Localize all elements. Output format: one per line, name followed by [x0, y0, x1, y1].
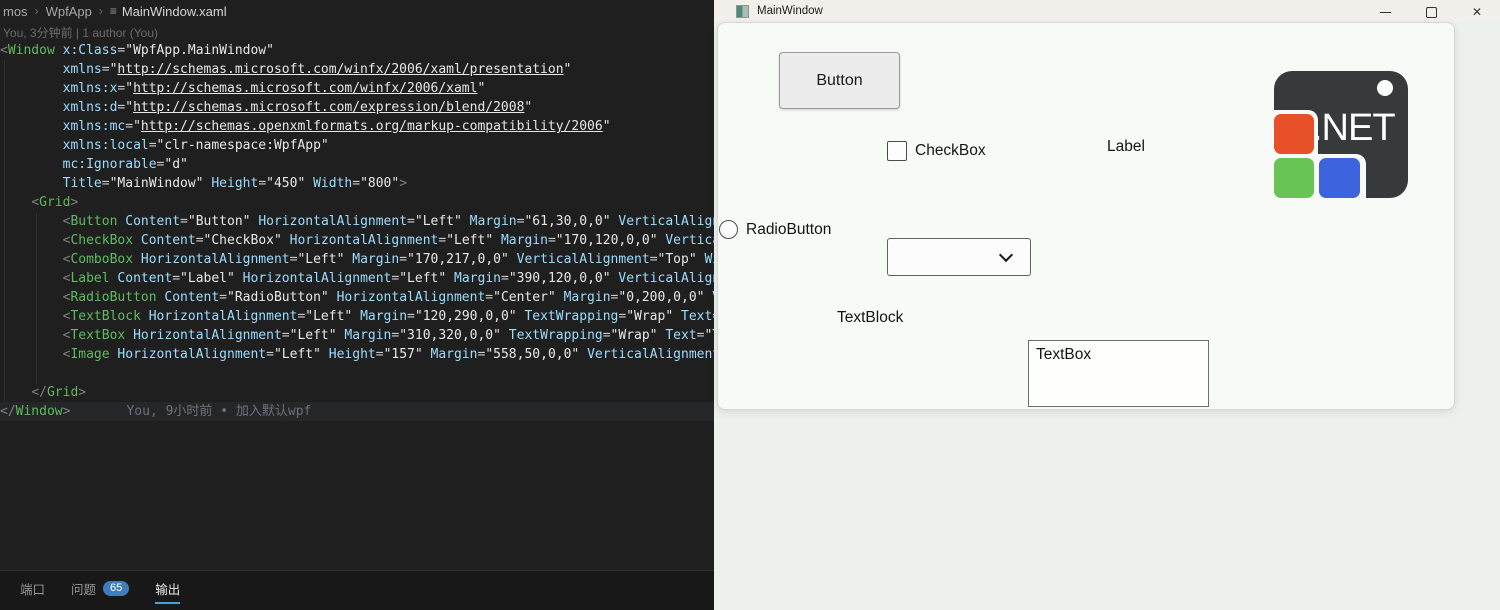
code-line[interactable]: <Button Content="Button" HorizontalAlign… [0, 212, 714, 231]
maximize-button[interactable] [1408, 0, 1454, 22]
code-line[interactable]: Title="MainWindow" Height="450" Width="8… [0, 174, 714, 193]
code-line[interactable]: <TextBlock HorizontalAlignment="Left" Ma… [0, 307, 714, 326]
panel-tab-问题[interactable]: 问题65 [71, 573, 129, 603]
code-line[interactable]: <CheckBox Content="CheckBox" HorizontalA… [0, 231, 714, 250]
xaml-file-icon: ≡ [110, 5, 117, 17]
code-line[interactable]: <Label Content="Label" HorizontalAlignme… [0, 269, 714, 288]
wpf-app-region: MainWindow ✕ Button CheckBox Label Radio… [714, 0, 1500, 610]
wpf-label: Label [1107, 138, 1145, 156]
code-line[interactable]: <Window x:Class="WpfApp.MainWindow" [0, 41, 714, 60]
maximize-icon [1426, 7, 1437, 18]
vscode-editor: mos › WpfApp › ≡ MainWindow.xaml You, 3分… [0, 0, 714, 610]
window-controls: ✕ [1362, 0, 1500, 22]
wpf-radiobutton[interactable]: RadioButton [719, 220, 831, 239]
panel-tab-端口[interactable]: 端口 [20, 573, 45, 603]
breadcrumb-root[interactable]: mos [3, 4, 28, 19]
checkbox-label: CheckBox [915, 142, 986, 160]
code-line[interactable]: mc:Ignorable="d" [0, 155, 714, 174]
wpf-textblock: TextBlock [837, 309, 903, 327]
code-line[interactable]: <Grid> [0, 193, 714, 212]
dotnet-logo: .NET [1274, 71, 1408, 198]
logo-white-dot [1377, 80, 1393, 96]
code-line[interactable]: xmlns:mc="http://schemas.openxmlformats.… [0, 117, 714, 136]
radio-label: RadioButton [746, 221, 831, 239]
code-line[interactable]: <ComboBox HorizontalAlignment="Left" Mar… [0, 250, 714, 269]
close-button[interactable]: ✕ [1454, 0, 1500, 22]
logo-dotnet-text: .NET [1312, 107, 1395, 150]
bottom-panel: 端口问题65 输出 [0, 570, 714, 610]
wpf-button[interactable]: Button [779, 52, 900, 109]
chevron-right-icon: › [35, 4, 39, 18]
code-line[interactable]: xmlns="http://schemas.microsoft.com/winf… [0, 60, 714, 79]
panel-tab-bar: 端口问题65 输出 [0, 571, 714, 605]
logo-orange-tile [1274, 114, 1314, 154]
codelens-authors[interactable]: You, 3分钟前 | 1 author (You) [3, 24, 158, 41]
code-line[interactable]: xmlns:local="clr-namespace:WpfApp" [0, 136, 714, 155]
chevron-right-icon: › [99, 4, 103, 18]
wpf-checkbox[interactable]: CheckBox [887, 141, 986, 161]
app-window-icon [736, 5, 749, 18]
breadcrumb-folder[interactable]: WpfApp [46, 4, 92, 19]
screenshot-root: mos › WpfApp › ≡ MainWindow.xaml You, 3分… [0, 0, 1500, 610]
code-line[interactable]: xmlns:d="http://schemas.microsoft.com/ex… [0, 98, 714, 117]
minimize-button[interactable] [1362, 0, 1408, 22]
logo-blue-tile [1319, 158, 1360, 198]
checkbox-box-icon[interactable] [887, 141, 907, 161]
git-blame-annotation: You, 9小时前 • 加入默认wpf [126, 404, 311, 419]
minimize-icon [1380, 12, 1391, 13]
wpf-window-content: Button CheckBox Label RadioButton TextBl… [717, 22, 1455, 410]
radio-circle-icon[interactable] [719, 220, 738, 239]
code-line[interactable] [0, 364, 714, 383]
code-area[interactable]: <Window x:Class="WpfApp.MainWindow" xmln… [0, 41, 714, 421]
code-line[interactable]: <TextBox HorizontalAlignment="Left" Marg… [0, 326, 714, 345]
code-line[interactable]: </Grid> [0, 383, 714, 402]
problems-count-badge: 65 [103, 581, 129, 596]
code-line[interactable]: <RadioButton Content="RadioButton" Horiz… [0, 288, 714, 307]
panel-tab-输出[interactable]: 输出 [155, 573, 180, 603]
wpf-combobox[interactable] [887, 238, 1031, 276]
code-line[interactable]: xmlns:x="http://schemas.microsoft.com/wi… [0, 79, 714, 98]
window-title: MainWindow [757, 5, 823, 17]
chevron-down-icon [999, 248, 1013, 262]
logo-green-tile [1274, 158, 1314, 198]
wpf-titlebar[interactable]: MainWindow ✕ [714, 0, 1500, 22]
code-line[interactable]: </Window>You, 9小时前 • 加入默认wpf [0, 402, 714, 421]
code-line[interactable]: <Image HorizontalAlignment="Left" Height… [0, 345, 714, 364]
close-icon: ✕ [1472, 6, 1482, 18]
breadcrumb-file-label: MainWindow.xaml [122, 4, 227, 19]
wpf-textbox[interactable] [1028, 340, 1209, 407]
breadcrumb-file[interactable]: ≡ MainWindow.xaml [110, 4, 227, 19]
breadcrumb: mos › WpfApp › ≡ MainWindow.xaml [3, 3, 227, 19]
